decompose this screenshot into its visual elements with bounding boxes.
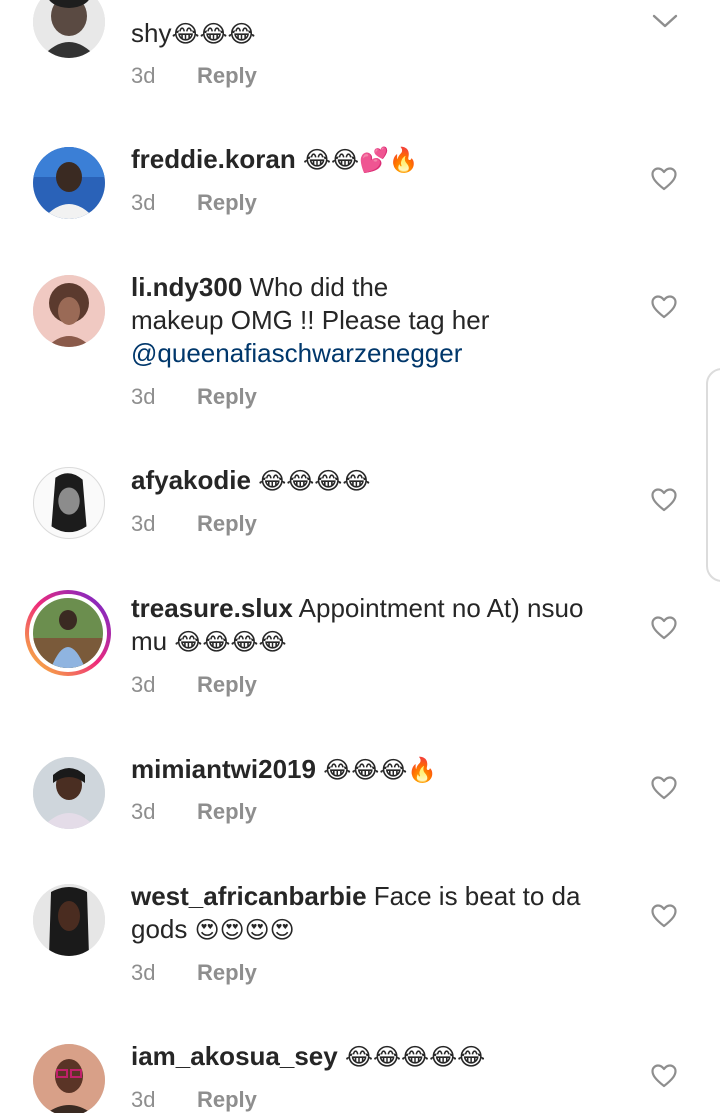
comment-text: treasure.slux Appointment no At) nsuo mu…	[131, 592, 621, 659]
comment-body-line2: makeup OMG !! Please tag her	[131, 305, 490, 335]
reply-button[interactable]: Reply	[197, 190, 257, 215]
reply-button[interactable]: Reply	[197, 672, 257, 697]
comment-meta: 3d Reply	[131, 63, 257, 89]
comment-username[interactable]: freddie.koran	[131, 144, 296, 174]
avatar[interactable]	[33, 757, 105, 829]
comment-text: freddie.koran 😂😂💕🔥	[131, 143, 621, 177]
comment-text: west_africanbarbie Face is beat to da go…	[131, 880, 621, 947]
comment-meta: 3d Reply	[131, 960, 257, 986]
comment-time: 3d	[131, 511, 156, 536]
comment-username[interactable]: afyakodie	[131, 465, 251, 495]
avatar[interactable]	[33, 467, 105, 539]
comment-emojis: 😂😂😂🔥	[323, 756, 438, 784]
mention-link[interactable]: @queenafiaschwarzenegger	[131, 338, 462, 368]
scroll-handle[interactable]	[706, 368, 720, 582]
chevron-down-icon[interactable]	[652, 14, 678, 28]
reply-button[interactable]: Reply	[197, 960, 257, 985]
comment-text: afyakodie 😂😂😂😂	[131, 464, 621, 498]
comment-username[interactable]: mimiantwi2019	[131, 754, 316, 784]
comment-time: 3d	[131, 1087, 156, 1112]
reply-button[interactable]: Reply	[197, 63, 257, 88]
reply-button[interactable]: Reply	[197, 799, 257, 824]
comment-meta: 3d Reply	[131, 511, 257, 537]
comment-emojis: 😂😂😂😂	[174, 628, 287, 656]
comment-time: 3d	[131, 960, 156, 985]
comment-time: 3d	[131, 672, 156, 697]
comment-username[interactable]: iam_akosua_sey	[131, 1041, 338, 1071]
comment-body: shy	[131, 18, 172, 48]
comment-username[interactable]: treasure.slux	[131, 593, 293, 623]
comment-body: Who did the	[242, 272, 389, 302]
comment-emojis: 😂😂😂😂😂	[344, 1043, 486, 1071]
like-heart-icon[interactable]	[651, 904, 677, 928]
comment-emojis: 😍😍😍😍	[194, 916, 295, 944]
comment-time: 3d	[131, 190, 156, 215]
comment-username[interactable]: west_africanbarbie	[131, 881, 367, 911]
comment-meta: 3d Reply	[131, 672, 257, 698]
comment-body: Appointment no At) nsuo	[292, 593, 584, 623]
like-heart-icon[interactable]	[651, 616, 677, 640]
reply-button[interactable]: Reply	[197, 384, 257, 409]
avatar[interactable]	[33, 884, 105, 956]
avatar	[33, 598, 103, 668]
like-heart-icon[interactable]	[651, 167, 677, 191]
comment-time: 3d	[131, 799, 156, 824]
avatar[interactable]	[33, 1044, 105, 1113]
reply-button[interactable]: Reply	[197, 511, 257, 536]
avatar-story-ring[interactable]	[25, 590, 111, 676]
comment-body-line2: gods	[131, 914, 195, 944]
like-heart-icon[interactable]	[651, 295, 677, 319]
like-heart-icon[interactable]	[651, 488, 677, 512]
comment-emojis: 😂😂💕🔥	[302, 146, 419, 174]
avatar[interactable]	[33, 275, 105, 347]
comment-meta: 3d Reply	[131, 1087, 257, 1113]
like-heart-icon[interactable]	[651, 776, 677, 800]
comment-body-line2: mu	[131, 626, 175, 656]
comment-time: 3d	[131, 63, 156, 88]
comment-text: shy😂😂😂	[131, 17, 621, 51]
comment-text: li.ndy300 Who did the makeup OMG !! Plea…	[131, 271, 621, 370]
comment-username[interactable]: li.ndy300	[131, 272, 242, 302]
comment-emojis: 😂😂😂	[171, 20, 256, 48]
avatar[interactable]	[33, 0, 105, 58]
comment-meta: 3d Reply	[131, 799, 257, 825]
comment-emojis: 😂😂😂😂	[258, 467, 371, 495]
avatar[interactable]	[33, 147, 105, 219]
reply-button[interactable]: Reply	[197, 1087, 257, 1112]
comment-meta: 3d Reply	[131, 190, 257, 216]
comment-body: Face is beat to da	[366, 881, 581, 911]
comments-screen: shy😂😂😂 3d Reply freddie.koran 😂😂💕🔥 3d Repl…	[0, 0, 720, 1113]
comment-meta: 3d Reply	[131, 384, 257, 410]
comment-text: iam_akosua_sey 😂😂😂😂😂	[131, 1040, 621, 1074]
comment-time: 3d	[131, 384, 156, 409]
comment-text: mimiantwi2019 😂😂😂🔥	[131, 753, 621, 787]
like-heart-icon[interactable]	[651, 1064, 677, 1088]
